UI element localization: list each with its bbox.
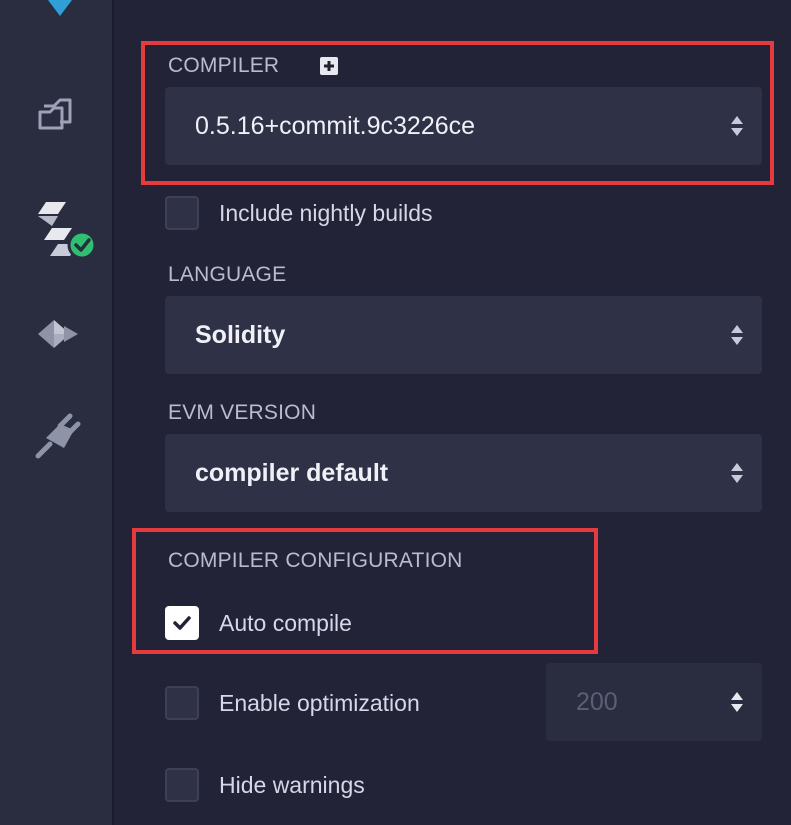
checkbox[interactable] <box>165 768 199 802</box>
solidity-compiler-icon[interactable] <box>36 198 98 264</box>
optimization-runs-value: 200 <box>576 688 618 716</box>
checkbox[interactable] <box>165 196 199 230</box>
logo-icon[interactable] <box>44 0 76 20</box>
enable-optimization-label: Enable optimization <box>219 690 420 716</box>
nightly-builds-label: Include nightly builds <box>219 200 433 226</box>
optimization-runs-input[interactable]: 200 <box>546 663 762 741</box>
compiler-panel: COMPILER 0.5.16+commit.9c3226ce Include … <box>114 0 791 825</box>
hide-warnings-label: Hide warnings <box>219 772 365 798</box>
file-explorer-icon[interactable] <box>36 92 80 132</box>
evm-version-value: compiler default <box>195 459 389 487</box>
deploy-run-icon[interactable] <box>36 318 80 350</box>
evm-version-label: EVM VERSION <box>168 401 317 424</box>
highlight-box-compiler <box>141 41 774 185</box>
select-caret-icon <box>731 325 743 345</box>
select-caret-icon <box>731 463 743 483</box>
language-select[interactable]: Solidity <box>165 296 762 374</box>
plugin-manager-icon[interactable] <box>34 408 86 460</box>
icon-sidebar <box>0 0 114 825</box>
stepper-caret-icon[interactable] <box>730 690 744 714</box>
checkbox[interactable] <box>165 686 199 720</box>
evm-version-select[interactable]: compiler default <box>165 434 762 512</box>
language-label: LANGUAGE <box>168 263 287 286</box>
highlight-box-configuration <box>132 528 598 654</box>
language-value: Solidity <box>195 321 286 349</box>
